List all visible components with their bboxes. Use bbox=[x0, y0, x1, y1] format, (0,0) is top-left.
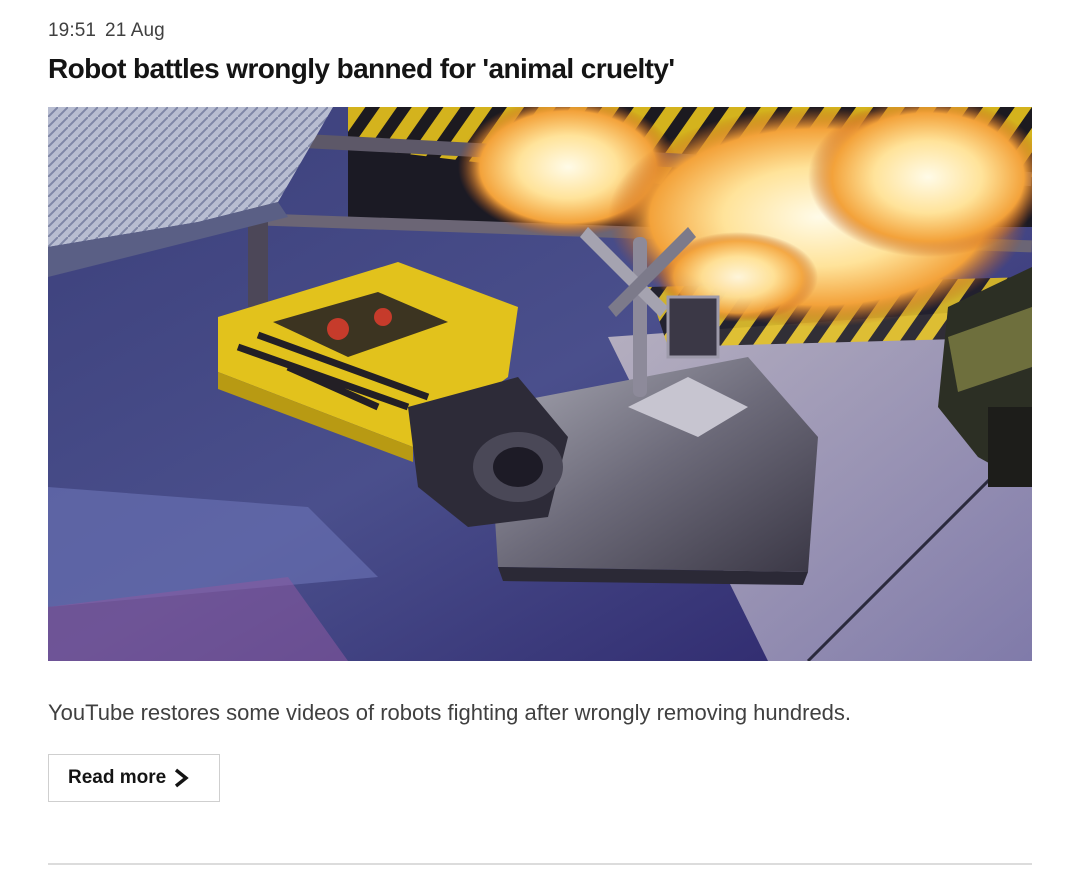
read-more-label: Read more bbox=[68, 767, 167, 788]
post-divider bbox=[48, 863, 1032, 865]
robot-arena-photo bbox=[48, 107, 1032, 661]
post-meta: 19:51 21 Aug bbox=[48, 20, 165, 42]
post-date: 21 Aug bbox=[105, 20, 165, 41]
post-time: 19:51 bbox=[48, 20, 97, 41]
chevron-right-icon bbox=[173, 768, 189, 788]
post-summary: YouTube restores some videos of robots f… bbox=[48, 700, 852, 725]
read-more-button[interactable]: Read more bbox=[48, 754, 220, 802]
post-image[interactable] bbox=[48, 107, 1032, 661]
post-headline[interactable]: Robot battles wrongly banned for 'animal… bbox=[48, 53, 675, 85]
